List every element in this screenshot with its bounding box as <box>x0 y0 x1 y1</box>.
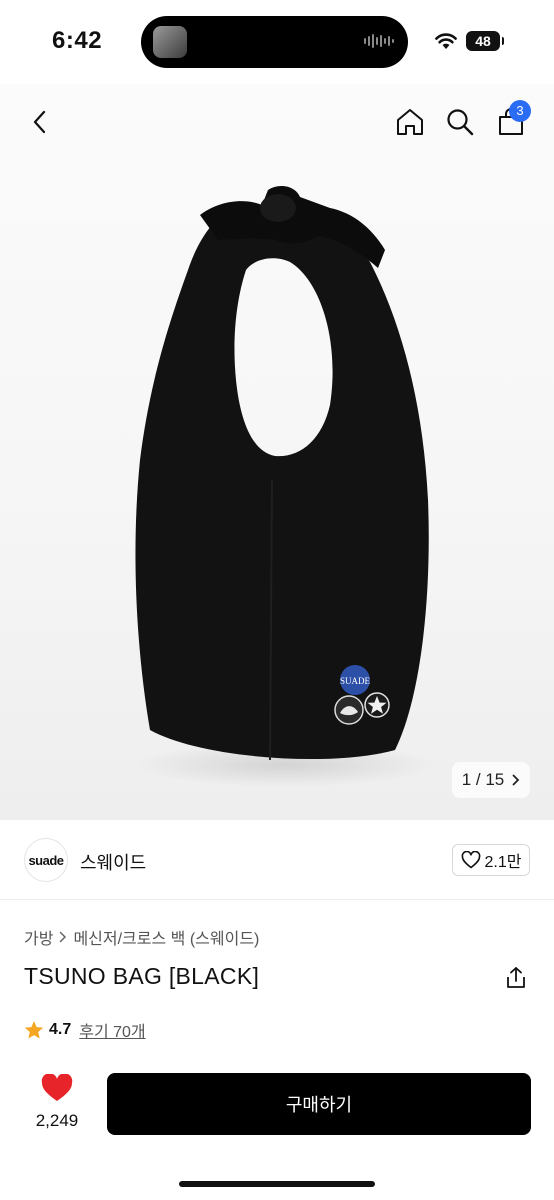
wifi-icon <box>435 33 457 49</box>
status-bar: 6:42 48 <box>0 0 554 84</box>
bag-illustration: SUADE <box>135 185 435 787</box>
image-counter: 1 / 15 <box>461 770 505 789</box>
rating-score: 4.7 <box>49 1021 72 1038</box>
star-icon <box>24 1021 44 1039</box>
svg-text:SUADE: SUADE <box>340 676 371 686</box>
image-pager[interactable]: 1 / 15 <box>452 762 530 798</box>
status-time: 6:42 <box>52 27 103 54</box>
brand-logo[interactable]: suade <box>24 838 68 882</box>
brand-name[interactable]: 스웨이드 <box>80 849 146 875</box>
reviews-link[interactable]: 후기 70개 <box>79 1018 145 1042</box>
heart-outline-icon <box>461 851 480 869</box>
breadcrumb: 가방 메신저/크로스 백 (스웨이드) <box>24 925 259 949</box>
search-icon <box>447 109 474 136</box>
battery-icon: 48 <box>466 31 504 51</box>
brand-like-button[interactable]: 2.1만 <box>452 844 530 876</box>
back-icon <box>33 110 46 134</box>
cart-count-badge: 3 <box>509 100 531 122</box>
home-button[interactable] <box>390 102 430 142</box>
rating-row: 4.7 후기 70개 <box>24 1018 146 1042</box>
buy-button[interactable]: 구매하기 <box>107 1073 531 1135</box>
search-button[interactable] <box>440 102 480 142</box>
wish-button[interactable]: 2,249 <box>24 1073 90 1131</box>
audio-wave-icon <box>364 34 394 48</box>
brand-logo-text: suade <box>28 852 64 868</box>
chevron-right-icon <box>512 774 520 786</box>
home-icon <box>397 109 423 135</box>
breadcrumb-item-category[interactable]: 가방 <box>24 925 53 949</box>
chevron-right-icon <box>60 931 67 943</box>
dynamic-island <box>141 16 408 68</box>
share-button[interactable] <box>505 966 527 995</box>
product-image[interactable]: SUADE <box>0 84 554 820</box>
share-icon <box>507 967 525 988</box>
heart-filled-icon <box>41 1073 73 1101</box>
product-title: TSUNO BAG [BLACK] <box>24 963 260 989</box>
brand-like-count: 2.1만 <box>484 854 522 871</box>
wish-count: 2,249 <box>35 1111 79 1130</box>
top-nav <box>0 84 554 160</box>
brand-row[interactable]: suade 스웨이드 2.1만 <box>0 820 554 900</box>
breadcrumb-item-subcategory[interactable]: 메신저/크로스 백 (스웨이드) <box>73 925 259 949</box>
now-playing-thumbnail <box>153 26 187 58</box>
home-indicator[interactable] <box>179 1181 375 1187</box>
back-button[interactable] <box>20 102 60 142</box>
